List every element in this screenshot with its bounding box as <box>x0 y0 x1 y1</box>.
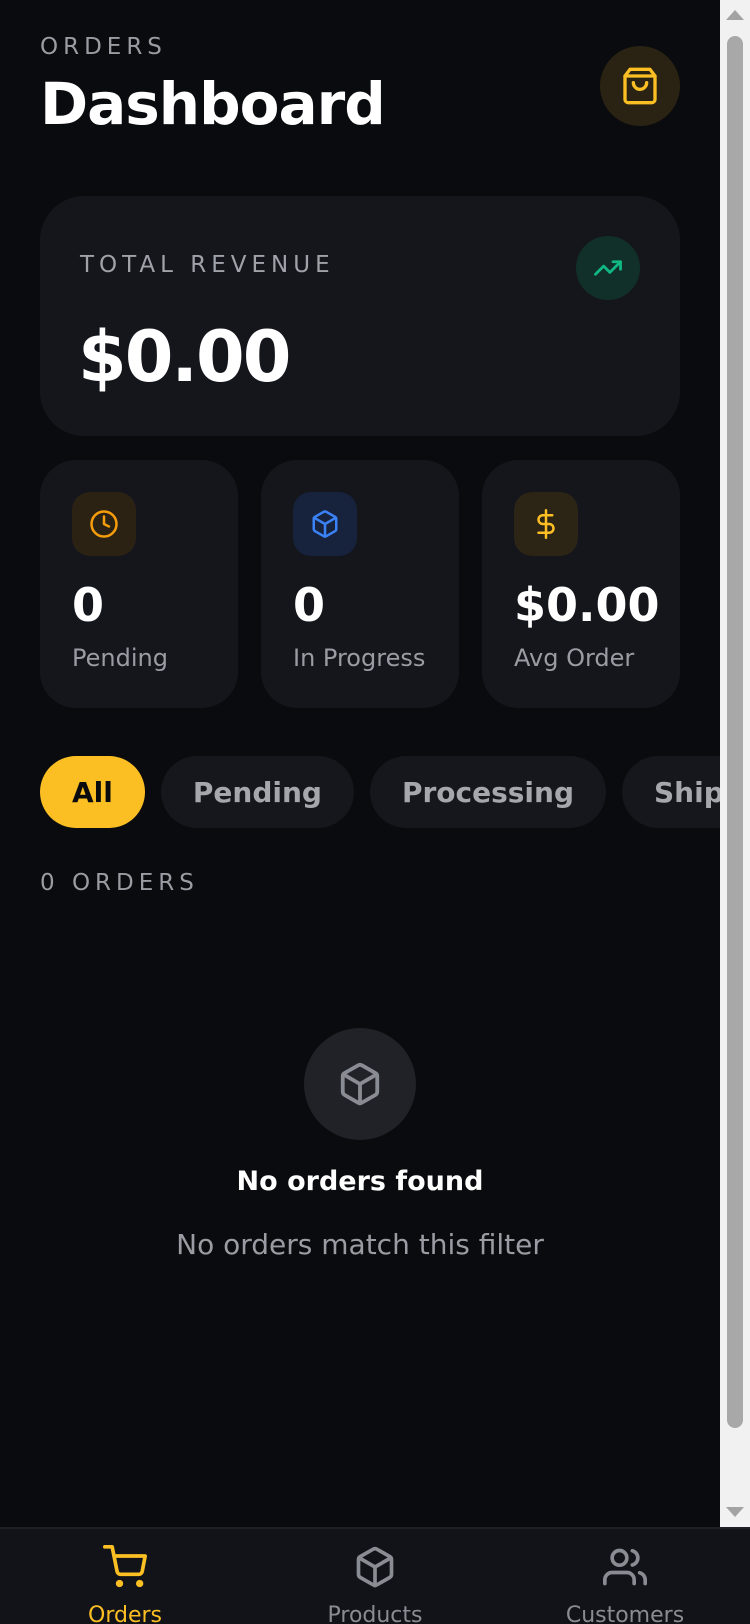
vertical-scrollbar[interactable] <box>720 0 750 1527</box>
revenue-value: $0.00 <box>78 316 291 398</box>
stat-value-in-progress: 0 <box>293 578 326 632</box>
total-revenue-card: TOTAL REVENUE $0.00 <box>40 196 680 436</box>
bottom-navigation: Orders Products Customers <box>0 1527 750 1624</box>
revenue-label: TOTAL REVENUE <box>80 252 335 278</box>
trend-badge <box>576 236 640 300</box>
main-content: ORDERS Dashboard TOTAL REVENUE $0.00 0 P… <box>0 0 720 1527</box>
nav-label-orders: Orders <box>88 1603 162 1624</box>
clock-icon <box>90 510 118 538</box>
cart-icon <box>103 1545 147 1588</box>
nav-item-customers[interactable]: Customers <box>500 1529 750 1624</box>
page-title: Dashboard <box>40 70 386 138</box>
filter-chip-processing[interactable]: Processing <box>369 756 606 828</box>
box-icon <box>356 1546 394 1588</box>
stat-value-avg-order: $0.00 <box>514 578 660 632</box>
filter-chips: All Pending Processing Shipped <box>40 756 720 828</box>
filter-chip-all[interactable]: All <box>40 756 145 828</box>
box-icon <box>340 1062 380 1106</box>
nav-item-orders[interactable]: Orders <box>0 1529 250 1624</box>
scroll-down-arrow[interactable] <box>720 1497 750 1527</box>
orders-count: 0 ORDERS <box>40 870 199 896</box>
shopping-bag-button[interactable] <box>600 46 680 126</box>
empty-state-icon-circle <box>304 1028 416 1140</box>
nav-item-products[interactable]: Products <box>250 1529 500 1624</box>
users-icon <box>603 1548 647 1586</box>
stat-card-pending: 0 Pending <box>40 460 238 708</box>
stat-card-in-progress: 0 In Progress <box>261 460 459 708</box>
empty-state-title: No orders found <box>236 1166 484 1197</box>
stat-card-avg-order: $0.00 Avg Order <box>482 460 680 708</box>
stat-icon-in-progress <box>293 492 357 556</box>
shopping-bag-icon <box>623 67 657 105</box>
trending-up-icon <box>594 260 622 276</box>
scroll-up-arrow[interactable] <box>720 0 750 30</box>
box-icon <box>312 510 338 538</box>
scrollbar-thumb[interactable] <box>727 36 743 1428</box>
nav-label-products: Products <box>327 1603 423 1624</box>
page-eyebrow: ORDERS <box>40 34 167 60</box>
dollar-icon <box>537 509 555 539</box>
stat-label-in-progress: In Progress <box>293 644 426 672</box>
filter-chip-pending[interactable]: Pending <box>160 756 354 828</box>
stat-label-avg-order: Avg Order <box>514 644 635 672</box>
stat-icon-avg-order <box>514 492 578 556</box>
nav-label-customers: Customers <box>565 1603 685 1624</box>
stat-label-pending: Pending <box>72 644 168 672</box>
filter-chip-shipped[interactable]: Shipped <box>622 756 720 828</box>
stat-value-pending: 0 <box>72 578 105 632</box>
stat-icon-pending <box>72 492 136 556</box>
empty-state-subtitle: No orders match this filter <box>176 1228 544 1261</box>
